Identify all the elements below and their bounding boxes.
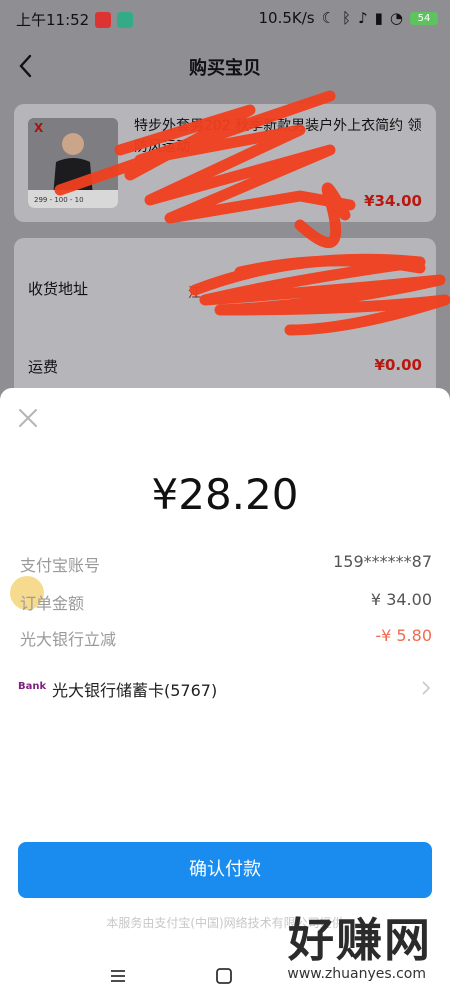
watermark-url: www.zhuanyes.com	[287, 966, 426, 982]
product-thumbnail: X 299 - 100 - 10	[28, 118, 118, 208]
product-card[interactable]: X 299 - 100 - 10 特步外套男202 秋季新款男装户外上衣简约 领…	[14, 104, 436, 222]
battery-icon: 54	[410, 11, 438, 25]
info-row-account: 支付宝账号 159******87	[20, 552, 432, 578]
product-title: 特步外套男202 秋季新款男装户外上衣简约 领防风运动	[134, 118, 422, 155]
product-image: X	[28, 118, 118, 208]
wifi-icon: ◔	[389, 9, 403, 27]
order-info-card: 收货地址 江 运费 ¥0.00	[14, 238, 436, 390]
payment-sheet: ¥28.20 支付宝账号 159******87 订单金额 ¥ 34.00 光大…	[0, 388, 450, 1000]
confirm-payment-button[interactable]: 确认付款	[18, 842, 432, 898]
moon-icon: ☾	[321, 9, 336, 27]
account-value: 159******87	[333, 552, 432, 571]
info-row-order-amount: 订单金额 ¥ 34.00	[20, 590, 432, 616]
shipping-fee: ¥0.00	[374, 356, 422, 374]
payment-method-row[interactable]: Bank 光大银行储蓄卡(5767)	[18, 673, 432, 705]
network-speed: 10.5K/s	[258, 9, 315, 27]
nav-bar: 购买宝贝	[0, 36, 450, 96]
status-bar: 上午11:52 10.5K/s ☾ ᛒ ♪ ▮ ◔ 54	[0, 0, 450, 36]
order-amount-value: ¥ 34.00	[370, 590, 432, 609]
payment-method-label: 光大银行储蓄卡(5767)	[52, 681, 218, 700]
order-amount-label: 订单金额	[20, 594, 85, 613]
address-label: 收货地址	[28, 280, 89, 298]
discount-value: -¥ 5.80	[375, 626, 432, 645]
page-title: 购买宝贝	[189, 58, 261, 79]
bluetooth-icon: ᛒ	[342, 9, 352, 27]
bank-logo-icon: Bank	[18, 681, 47, 692]
thumb-promo-text: 299 - 100 - 10	[34, 196, 84, 204]
signal-icon: ▮	[374, 9, 383, 27]
svg-text:X: X	[34, 121, 44, 135]
account-label: 支付宝账号	[20, 556, 101, 575]
app-notification-icon	[95, 11, 112, 28]
status-time: 上午11:52	[16, 11, 90, 29]
app-notification-icon-2	[117, 11, 134, 28]
mute-icon: ♪	[358, 9, 368, 27]
close-icon[interactable]	[16, 406, 40, 430]
shipping-label: 运费	[28, 358, 59, 376]
payment-amount: ¥28.20	[151, 470, 299, 519]
address-value[interactable]: 江	[188, 282, 201, 301]
info-row-discount: 光大银行立减 -¥ 5.80	[20, 626, 432, 652]
home-icon[interactable]	[214, 966, 234, 986]
menu-icon[interactable]	[108, 966, 128, 986]
watermark-title: 好赚网	[288, 913, 432, 967]
order-page-background: 上午11:52 10.5K/s ☾ ᛒ ♪ ▮ ◔ 54 购买宝贝 X 299 …	[0, 0, 450, 390]
chevron-right-icon	[422, 681, 431, 695]
product-price: ¥34.00	[364, 192, 422, 210]
discount-label: 光大银行立减	[20, 630, 117, 649]
watermark: 好赚网 www.zhuanyes.com	[242, 904, 432, 992]
